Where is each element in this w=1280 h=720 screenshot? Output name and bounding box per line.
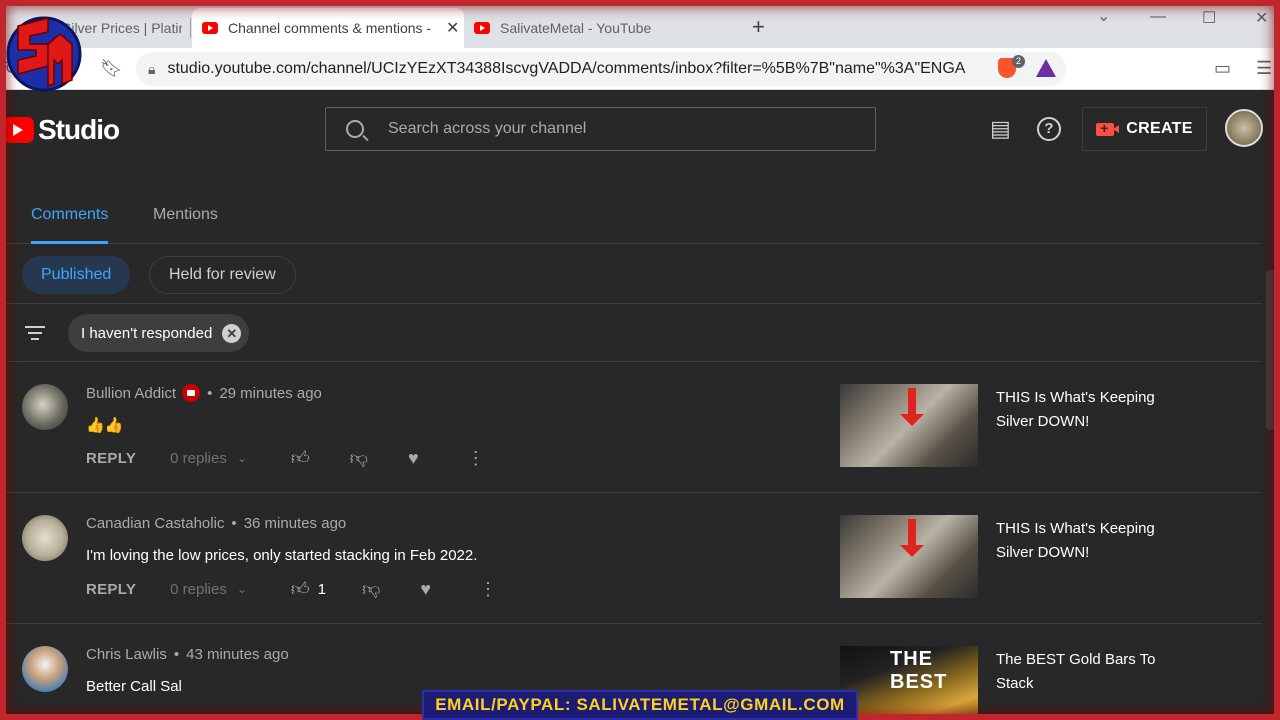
studio-header: Studio ▤ ? CREATE [0, 90, 1280, 168]
video-title[interactable]: The BEST Gold Bars To Stack [996, 648, 1176, 696]
create-label: CREATE [1126, 120, 1193, 137]
comment-actions: REPLY 0 replies ⌄ 👍︎ 👎︎ ♥ ⋮ [86, 447, 485, 469]
red-arrow-icon [900, 519, 924, 557]
member-badge-icon [182, 384, 201, 402]
comment-author[interactable]: Chris Lawlis [86, 646, 167, 663]
tab-title: SalivateMetal - YouTube [500, 20, 652, 36]
browser-tab-bar: Silver Prices | Platinu Channel comments… [0, 0, 1280, 48]
bookmark-icon[interactable]: 🔖︎ [100, 58, 123, 79]
comment-meta: Canadian Castaholic • 36 minutes ago [86, 515, 346, 532]
help-icon[interactable]: ? [1037, 117, 1061, 141]
like-icon[interactable]: 👍︎ [291, 578, 310, 600]
reply-button[interactable]: REPLY [86, 450, 136, 467]
tab-title: Channel comments & mentions - [228, 20, 432, 36]
url-bar[interactable]: 🔒︎ studio.youtube.com/channel/UCIzYEzXT3… [136, 52, 1066, 86]
video-title[interactable]: THIS Is What's Keeping Silver DOWN! [996, 386, 1176, 434]
search-input[interactable] [388, 120, 808, 138]
menu-icon[interactable]: ☰ [1256, 58, 1272, 79]
wallet-icon[interactable]: ▭ [1214, 58, 1231, 79]
comments-tabs: Comments Mentions [0, 198, 1262, 244]
published-chip[interactable]: Published [22, 256, 131, 294]
close-window-button[interactable]: ✕ [1255, 8, 1268, 28]
create-button[interactable]: CREATE [1082, 107, 1207, 151]
meta-separator: • [231, 515, 237, 532]
scrollbar[interactable] [1266, 270, 1276, 430]
video-title[interactable]: THIS Is What's Keeping Silver DOWN! [996, 517, 1176, 565]
lock-icon: 🔒︎ [148, 60, 156, 77]
thumbnail-text: THE BEST [890, 648, 948, 693]
shield-count-badge: 2 [1012, 55, 1025, 68]
filter-icon[interactable] [25, 326, 45, 342]
close-tab-icon[interactable]: ✕ [446, 18, 459, 38]
comment-time: 43 minutes ago [186, 646, 289, 663]
youtube-logo-icon [0, 117, 34, 143]
comment-actions: REPLY 0 replies ⌄ 👍︎ 1 👎︎ ♥ ⋮ [86, 578, 497, 600]
reply-button[interactable]: REPLY [86, 581, 136, 598]
brave-rewards-icon[interactable] [1036, 59, 1056, 77]
comment-text: Better Call Sal [86, 678, 182, 695]
video-thumbnail[interactable]: THE BEST [840, 646, 978, 720]
dislike-icon[interactable]: 👎︎ [350, 447, 368, 469]
comment-time: 29 minutes ago [219, 384, 322, 402]
heart-icon[interactable]: ♥ [408, 448, 419, 469]
dislike-icon[interactable]: 👎︎ [362, 578, 380, 600]
comment-author[interactable]: Bullion Addict [86, 385, 176, 402]
url-text: studio.youtube.com/channel/UCIzYEzXT3438… [167, 60, 968, 77]
tab-salivatemetal[interactable]: SalivateMetal - YouTube [474, 8, 734, 48]
comment-text: 👍👍 [86, 417, 124, 434]
tab-search-icon[interactable]: ⌄ [1097, 6, 1110, 26]
video-thumbnail[interactable] [840, 384, 978, 467]
like-icon[interactable]: 👍︎ [291, 447, 310, 469]
studio-logo[interactable]: Studio [0, 114, 120, 146]
chevron-down-icon[interactable]: ⌄ [237, 451, 247, 465]
held-for-review-chip[interactable]: Held for review [149, 256, 296, 294]
comment-author[interactable]: Canadian Castaholic [86, 515, 224, 532]
video-thumbnail[interactable] [840, 515, 978, 598]
more-options-icon[interactable]: ⋮ [479, 579, 497, 600]
more-options-icon[interactable]: ⋮ [467, 448, 485, 469]
filter-chip-label: I haven't responded [81, 324, 213, 342]
heart-icon[interactable]: ♥ [420, 579, 431, 600]
comment-row: Bullion Addict • 29 minutes ago 👍👍 REPLY… [0, 362, 1262, 493]
search-icon [346, 120, 364, 138]
new-tab-button[interactable]: + [752, 14, 765, 40]
tab-separator [190, 18, 191, 38]
contact-banner: EMAIL/PAYPAL: SALIVATEMETAL@GMAIL.COM [422, 690, 858, 720]
meta-separator: • [207, 384, 213, 402]
commenter-avatar[interactable] [22, 384, 68, 430]
comment-meta: Bullion Addict • 29 minutes ago [86, 384, 322, 402]
tab-mentions[interactable]: Mentions [153, 206, 218, 224]
remove-filter-icon[interactable]: ✕ [222, 323, 242, 343]
comment-time: 36 minutes ago [243, 515, 347, 532]
studio-logo-text: Studio [38, 114, 120, 145]
tab-comments[interactable]: Comments [31, 206, 108, 224]
comment-row: Canadian Castaholic • 36 minutes ago I'm… [0, 493, 1262, 624]
video-camera-icon [1096, 120, 1120, 136]
meta-separator: • [173, 646, 180, 663]
filter-bar: I haven't responded ✕ [0, 304, 1262, 362]
channel-logo-icon [6, 16, 82, 92]
filter-chip[interactable]: I haven't responded ✕ [68, 314, 250, 352]
account-avatar[interactable] [1225, 109, 1263, 147]
like-count: 1 [317, 580, 327, 598]
minimize-button[interactable]: — [1150, 8, 1166, 26]
address-bar-row: ↻ 🔖︎ 🔒︎ studio.youtube.com/channel/UCIzY… [0, 48, 1280, 90]
replies-dropdown[interactable]: 0 replies [170, 450, 227, 467]
channel-search[interactable] [325, 107, 876, 151]
comment-meta: Chris Lawlis • 43 minutes ago [86, 646, 289, 663]
studio-page: Studio ▤ ? CREATE Comments Mentions Publ… [0, 90, 1280, 720]
tab-channel-comments[interactable]: Channel comments & mentions - ✕ [192, 8, 464, 48]
comment-text: I'm loving the low prices, only started … [86, 547, 478, 564]
commenter-avatar[interactable] [22, 515, 68, 561]
feedback-icon[interactable]: ▤ [990, 116, 1011, 142]
commenter-avatar[interactable] [22, 646, 68, 692]
red-arrow-icon [900, 388, 924, 426]
youtube-favicon-icon [202, 22, 218, 34]
status-chips: Published Held for review [0, 244, 1262, 304]
replies-dropdown[interactable]: 0 replies [170, 581, 227, 598]
chevron-down-icon[interactable]: ⌄ [237, 582, 247, 596]
maximize-button[interactable]: ☐ [1202, 8, 1216, 28]
youtube-favicon-icon [474, 22, 490, 34]
